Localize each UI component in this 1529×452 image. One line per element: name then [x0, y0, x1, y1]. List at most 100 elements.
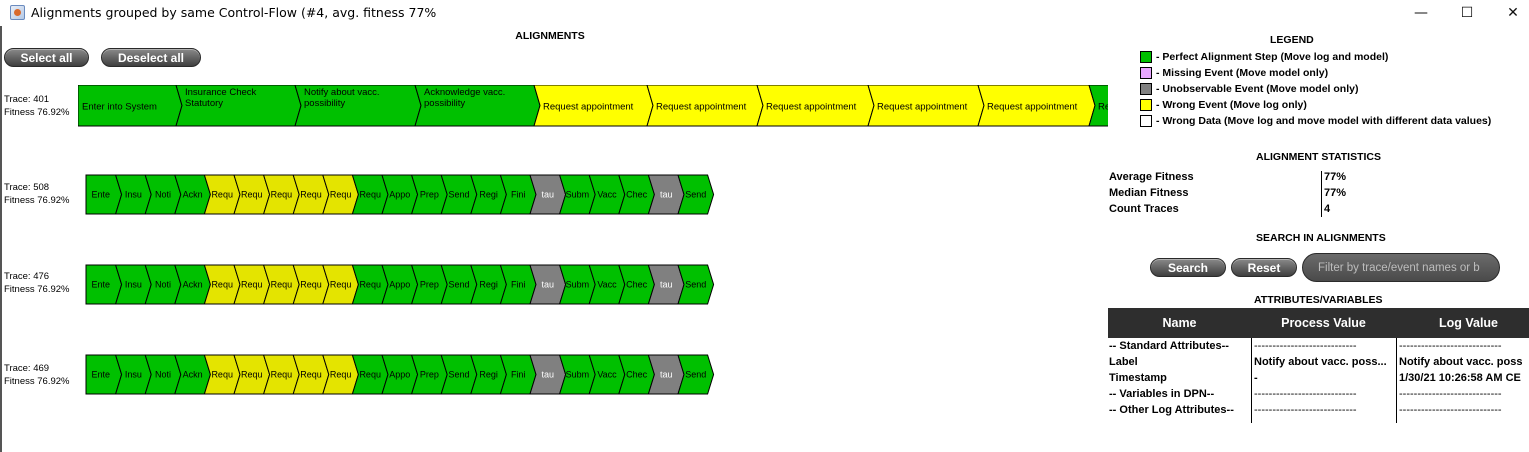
table-row[interactable]: -- Variables in DPN-- ------------------… [1108, 386, 1529, 402]
trace-id: Trace: 469 [4, 363, 50, 374]
legend-item-wrong-event: - Wrong Event (Move log only) [1140, 98, 1307, 112]
java-app-icon [10, 5, 25, 20]
alignment-step-label: Fini [511, 280, 526, 290]
alignment-step-label: Appo [389, 190, 410, 200]
alignment-step-label: Prep [420, 370, 439, 380]
table-cell-process-value: Notify about vacc. poss... [1254, 356, 1387, 368]
legend-swatch [1140, 83, 1152, 95]
search-title: SEARCH IN ALIGNMENTS [1256, 232, 1386, 244]
alignment-step-label: Noti [155, 280, 171, 290]
alignment-step-label: Chec [626, 190, 648, 200]
alignment-step-label: Ente [92, 370, 111, 380]
close-button[interactable]: ✕ [1490, 0, 1529, 26]
legend-item-unobservable: - Unobservable Event (Move model only) [1140, 82, 1358, 96]
alignment-step-label: Prep [420, 190, 439, 200]
table-row[interactable]: -- Standard Attributes-- ---------------… [1108, 338, 1529, 354]
alignment-step-label: Subm [566, 280, 590, 290]
table-row[interactable]: Label Notify about vacc. poss... Notify … [1108, 354, 1529, 370]
trace-fitness: Fitness 76.92% [4, 376, 70, 387]
alignment-step-label: Ente [92, 280, 111, 290]
alignment-row[interactable]: Enter into System Insurance Check Statutor… [78, 85, 1108, 127]
alignment-step-label: Fini [511, 370, 526, 380]
trace-label[interactable]: Trace: 476 Fitness 76.92% [4, 270, 69, 296]
alignment-step-label: Requ [300, 280, 322, 290]
table-cell-name: Label [1109, 356, 1138, 368]
table-cell-name: -- Variables in DPN-- [1109, 388, 1215, 400]
table-cell-name: Timestamp [1109, 372, 1167, 384]
stat-value-median-fitness: 77% [1324, 187, 1347, 199]
deselect-all-button[interactable]: Deselect all [101, 48, 201, 67]
alignment-step-label: Regi [479, 190, 498, 200]
alignment-step-label: Appo [389, 370, 410, 380]
search-button[interactable]: Search [1150, 258, 1226, 277]
alignment-step-label: Chec [626, 370, 648, 380]
legend-swatch [1140, 115, 1152, 127]
alignment-row[interactable]: Ente Insu Noti Ackn Requ Requ Requ Requ Requ Requ… [85, 174, 715, 215]
title-bar: Alignments grouped by same Control-Flow … [0, 0, 1529, 26]
legend-label: - Perfect Alignment Step (Move log and m… [1156, 51, 1389, 63]
alignment-step-label: Chec [626, 280, 648, 290]
alignment-step-label: Requ [300, 190, 322, 200]
table-row[interactable]: Timestamp - 1/30/21 10:26:58 AM CE [1108, 370, 1529, 386]
alignment-step-label: tau [660, 280, 673, 290]
trace-label[interactable]: Trace: 469 Fitness 76.92% [4, 362, 69, 388]
select-all-button[interactable]: Select all [4, 48, 89, 67]
alignment-step-label: Ackn [183, 280, 203, 290]
alignment-step-label: Request appointment [987, 102, 1078, 113]
alignment-step-label: Request appointment [656, 102, 747, 113]
column-header-log-value[interactable]: Log Value [1396, 308, 1529, 338]
table-cell-name: -- Other Log Attributes-- [1109, 404, 1234, 416]
alignment-step-label: Enter into System [82, 102, 157, 113]
stat-label-median-fitness: Median Fitness [1109, 187, 1189, 199]
alignment-step-label: Request appointment [766, 102, 857, 113]
alignment-step-label: Requ [241, 190, 263, 200]
legend-swatch [1140, 99, 1152, 111]
alignment-step-label: Regi [479, 280, 498, 290]
alignment-row[interactable]: Ente Insu Noti Ackn Requ Requ Requ Requ Requ Requ… [85, 354, 715, 395]
column-header-name[interactable]: Name [1108, 308, 1251, 338]
search-input[interactable] [1302, 253, 1500, 282]
legend-swatch [1140, 67, 1152, 79]
alignment-step-label: Subm [566, 190, 590, 200]
alignment-step-label: Subm [566, 370, 590, 380]
alignments-title: ALIGNMENTS [515, 30, 585, 42]
table-cell-process-value: - [1254, 372, 1258, 384]
window-title: Alignments grouped by same Control-Flow … [31, 5, 437, 20]
alignment-step-label: Fini [511, 190, 526, 200]
trace-fitness: Fitness 76.92% [4, 284, 70, 295]
trace-label[interactable]: Trace: 401 Fitness 76.92% [4, 93, 69, 119]
stat-value-count-traces: 4 [1324, 203, 1331, 215]
table-cell-log-value: ---------------------------- [1399, 388, 1502, 400]
trace-label[interactable]: Trace: 508 Fitness 76.92% [4, 181, 69, 207]
alignment-step-label: Ackn [183, 190, 203, 200]
legend-label: - Unobservable Event (Move model only) [1156, 83, 1359, 95]
alignment-chevrons: Ente Insu Noti Ackn Requ Requ Requ Requ Requ Requ… [85, 354, 715, 395]
alignment-step-label: Requ [359, 280, 381, 290]
trace-id: Trace: 476 [4, 271, 50, 282]
alignment-chevrons: Ente Insu Noti Ackn Requ Requ Requ Requ Requ Requ… [85, 174, 715, 215]
trace-fitness: Fitness 76.92% [4, 195, 70, 206]
alignment-step-label: Vacc [597, 370, 617, 380]
column-header-process-value[interactable]: Process Value [1251, 308, 1396, 338]
alignment-chevrons: Enter into SystemInsurance Check Statutor… [78, 85, 1108, 127]
alignment-step-label: tau [542, 280, 555, 290]
alignment-step-label: Requ [271, 190, 293, 200]
reset-button[interactable]: Reset [1231, 258, 1297, 277]
table-cell-log-value: ---------------------------- [1399, 340, 1502, 352]
alignment-row[interactable]: Ente Insu Noti Ackn Requ Requ Requ Requ Requ Requ… [85, 264, 715, 305]
maximize-button[interactable]: ☐ [1444, 0, 1490, 26]
window-left-border [0, 26, 2, 452]
table-cell-log-value: ---------------------------- [1399, 404, 1502, 416]
trace-id: Trace: 508 [4, 182, 50, 193]
alignment-step-label: Requ [300, 370, 322, 380]
alignment-step-label: Request appointment [877, 102, 968, 113]
alignment-step-label: Requ [330, 190, 352, 200]
alignment-step-label: Send [448, 280, 469, 290]
table-row[interactable]: -- Other Log Attributes-- --------------… [1108, 402, 1529, 418]
alignment-step-label: tau [660, 190, 673, 200]
alignment-step-label: Insu [125, 280, 142, 290]
minimize-button[interactable]: — [1398, 0, 1444, 26]
legend-item-wrong-data: - Wrong Data (Move log and move model wi… [1140, 114, 1491, 128]
alignment-step-label: Regi [479, 370, 498, 380]
legend-label: - Wrong Event (Move log only) [1156, 99, 1307, 111]
